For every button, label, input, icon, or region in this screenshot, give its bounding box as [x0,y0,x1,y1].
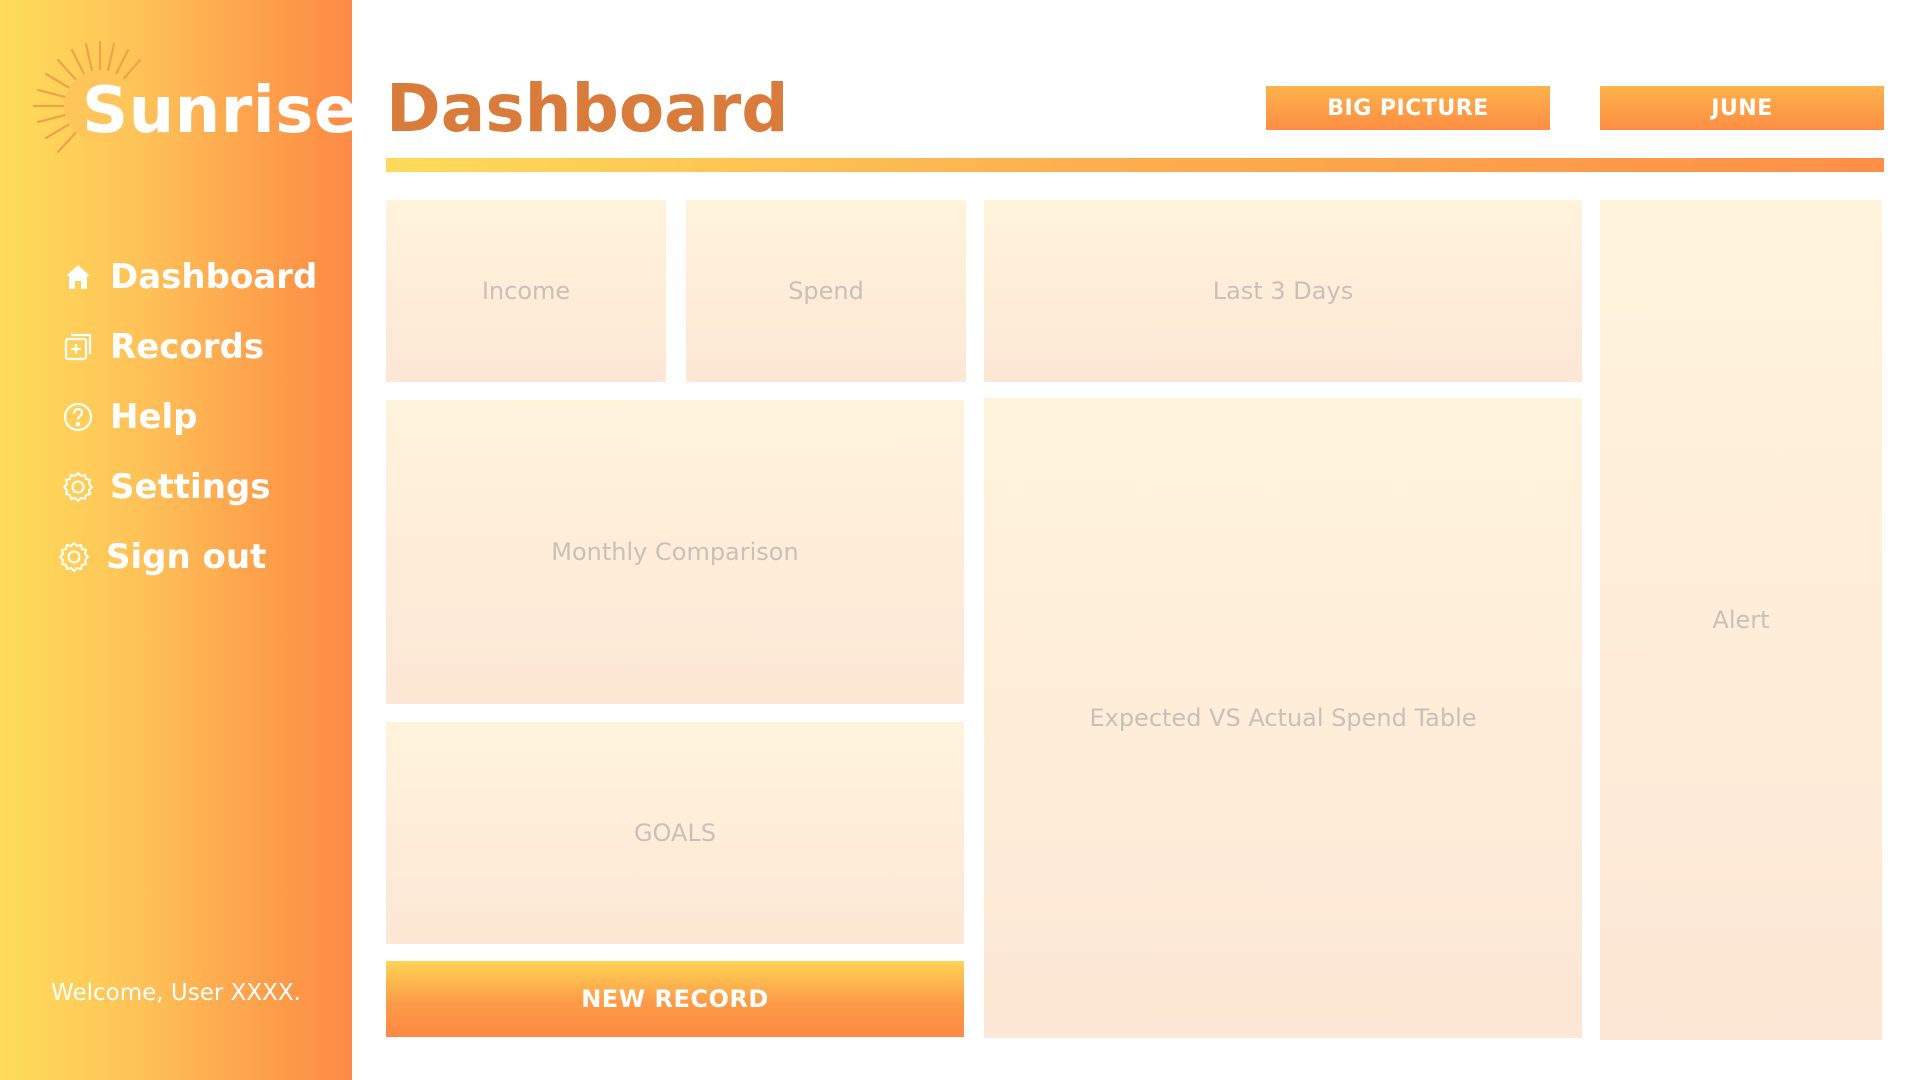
sidebar-item-dashboard[interactable]: Dashboard [60,252,330,302]
add-record-icon [60,329,96,365]
income-card-label: Income [481,277,571,305]
brand-logo[interactable]: Sunrise [28,36,357,176]
sidebar-item-label: Records [110,327,265,367]
help-circle-icon [60,399,96,435]
sidebar-item-sign-out[interactable]: Sign out [56,532,326,582]
goals-card[interactable]: GOALS [386,722,964,944]
sidebar-item-records[interactable]: Records [60,322,330,372]
sidebar-item-settings[interactable]: Settings [60,462,330,512]
expected-vs-actual-table[interactable]: Expected VS Actual Spend Table [984,398,1582,1038]
sidebar-item-help[interactable]: Help [60,392,330,442]
alert-panel[interactable]: Alert [1600,200,1882,1040]
monthly-comparison-card[interactable]: Monthly Comparison [386,400,964,704]
expected-vs-actual-label: Expected VS Actual Spend Table [1089,704,1477,732]
gear-icon [60,469,96,505]
gear-icon [56,539,92,575]
brand-name: Sunrise [82,74,358,148]
big-picture-button[interactable]: BIG PICTURE [1266,86,1550,130]
alert-label: Alert [1712,606,1770,634]
sidebar: Sunrise Dashboard Records Help Settings … [0,0,357,1080]
spend-card[interactable]: Spend [686,200,966,382]
page-title: Dashboard [386,70,789,147]
sidebar-item-label: Sign out [106,537,267,577]
sidebar-item-label: Help [110,397,198,437]
sidebar-item-label: Dashboard [110,257,318,297]
home-icon [60,259,96,295]
last-3-days-card[interactable]: Last 3 Days [984,200,1582,382]
monthly-comparison-label: Monthly Comparison [551,538,799,566]
welcome-message: Welcome, User XXXX. [51,980,301,1006]
sidebar-item-label: Settings [110,467,271,507]
income-card[interactable]: Income [386,200,666,382]
month-selector-button[interactable]: JUNE [1600,86,1884,130]
new-record-button[interactable]: NEW RECORD [386,961,964,1037]
spend-card-label: Spend [788,277,864,305]
header-divider [386,158,1884,172]
last-3-days-label: Last 3 Days [1212,277,1354,305]
goals-label: GOALS [633,819,717,847]
